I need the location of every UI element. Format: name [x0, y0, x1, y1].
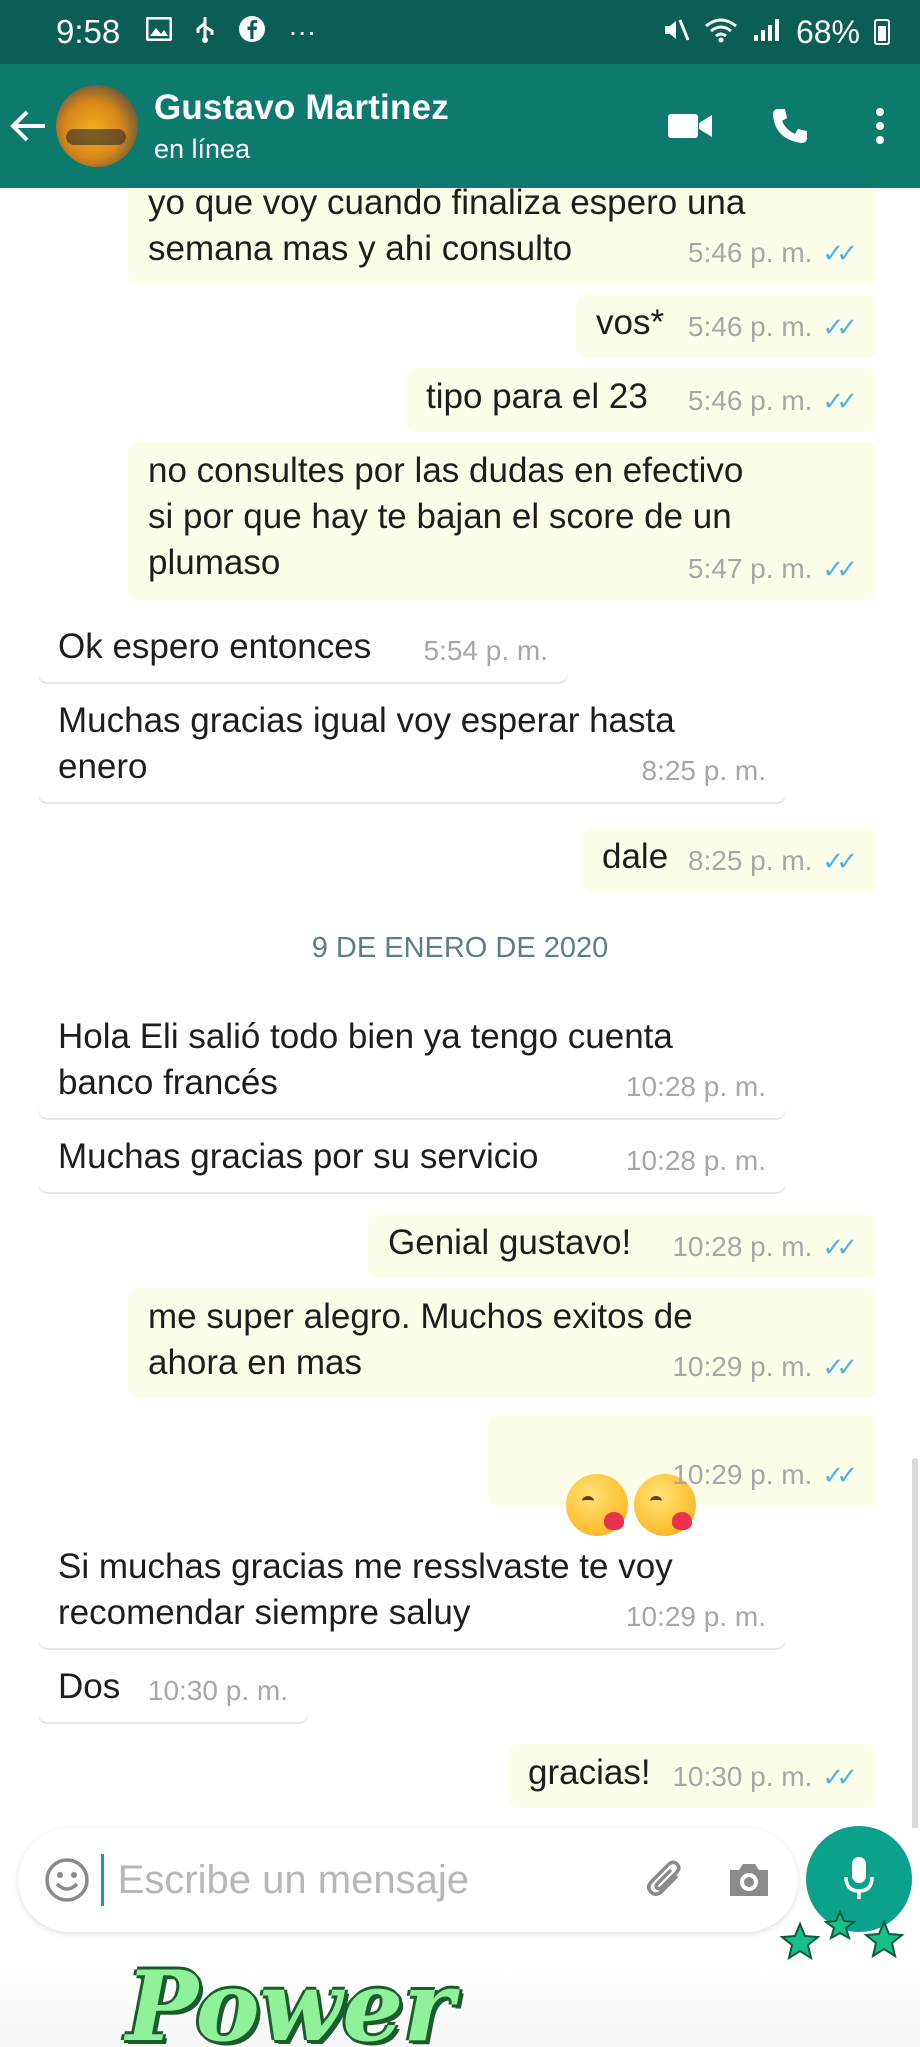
message-time: 10:29 p. m.	[672, 1459, 813, 1490]
mute-icon	[662, 14, 690, 51]
facebook-icon	[238, 15, 266, 50]
emoji-button[interactable]	[34, 1845, 101, 1915]
contact-status: en línea	[154, 133, 251, 164]
read-ticks-icon: ✓✓	[822, 238, 857, 268]
read-ticks-icon: ✓✓	[822, 1762, 857, 1792]
camera-icon	[729, 1864, 768, 1896]
message-bubble[interactable]: Si muchas gracias me resslvaste te voy r…	[38, 1538, 786, 1648]
message-time: 5:46 p. m.	[687, 237, 813, 268]
read-ticks-icon: ✓✓	[822, 1352, 857, 1382]
signal-icon	[752, 14, 782, 51]
power-watermark: Power	[126, 1950, 454, 2047]
message-meta: 10:28 p. m. ✓✓	[672, 1224, 858, 1270]
message-meta: 5:46 p. m. ✓✓	[687, 304, 858, 350]
message-bubble[interactable]: 10:29 p. m. ✓✓	[488, 1414, 876, 1536]
menu-button[interactable]	[840, 64, 920, 188]
wifi-icon	[704, 14, 738, 51]
read-ticks-icon: ✓✓	[822, 312, 857, 342]
message-meta: 10:28 p. m.	[626, 1064, 766, 1110]
read-ticks-icon: ✓✓	[822, 386, 857, 416]
message-bubble[interactable]: tipo para el 23 5:46 p. m. ✓✓	[406, 368, 876, 432]
message-time: 10:29 p. m.	[672, 1351, 813, 1382]
paperclip-icon	[647, 1860, 681, 1896]
contact-name: Gustavo Martinez	[154, 87, 449, 127]
read-ticks-icon: ✓✓	[822, 1232, 857, 1262]
message-time: 5:47 p. m.	[687, 553, 813, 584]
status-right: 68%	[662, 14, 890, 51]
message-time: 8:25 p. m.	[687, 845, 813, 876]
message-time: 10:28 p. m.	[672, 1231, 813, 1262]
message-bubble[interactable]: gracias! 10:30 p. m. ✓✓	[508, 1744, 876, 1808]
status-time: 9:58	[56, 13, 121, 50]
microphone-icon	[844, 1857, 874, 1899]
message-meta: 10:29 p. m. ✓✓	[672, 1344, 858, 1390]
back-button[interactable]	[0, 64, 56, 188]
message-time: 10:28 p. m.	[625, 1145, 766, 1176]
message-meta: 10:30 p. m. ✓✓	[672, 1754, 858, 1800]
message-meta: 10:29 p. m.	[626, 1594, 766, 1640]
kissing-face-with-heart-icon	[566, 1474, 629, 1536]
message-time: 10:30 p. m.	[672, 1761, 813, 1792]
message-time: 10:28 p. m.	[625, 1071, 766, 1102]
battery-percent: 68%	[795, 13, 860, 50]
usb-icon	[194, 15, 216, 50]
arrow-left-icon	[10, 110, 45, 142]
message-meta: 10:30 p. m.	[148, 1668, 288, 1714]
message-bubble[interactable]: Hola Eli salió todo bien ya tengo cuenta…	[38, 1008, 786, 1118]
message-bubble[interactable]: Genial gustavo! 10:28 p. m. ✓✓	[368, 1214, 876, 1278]
message-meta: 10:29 p. m. ✓✓	[672, 1452, 858, 1498]
message-meta: 5:46 p. m. ✓✓	[687, 230, 858, 276]
read-ticks-icon: ✓✓	[822, 554, 857, 584]
message-bubble[interactable]: Muchas gracias por su servicio 10:28 p. …	[38, 1128, 786, 1192]
message-meta: 5:47 p. m. ✓✓	[687, 546, 858, 592]
battery-icon	[874, 19, 890, 45]
avatar[interactable]	[56, 85, 138, 167]
message-meta: 10:28 p. m.	[626, 1138, 766, 1184]
status-bar: 9:58 ··· 68%	[0, 0, 920, 64]
message-time: 5:54 p. m.	[423, 635, 548, 666]
message-meta: 5:54 p. m.	[423, 628, 548, 674]
message-meta: 8:25 p. m. ✓✓	[687, 838, 858, 884]
message-bubble[interactable]: Dos 10:30 p. m.	[38, 1658, 308, 1722]
message-meta: 5:46 p. m. ✓✓	[687, 378, 858, 424]
message-meta: 8:25 p. m.	[641, 748, 766, 794]
message-bubble[interactable]: Ok espero entonces 5:54 p. m.	[38, 618, 568, 682]
video-camera-icon	[668, 114, 712, 138]
camera-button[interactable]	[715, 1845, 782, 1915]
message-time: 5:46 p. m.	[687, 385, 813, 416]
voice-call-button[interactable]	[740, 64, 840, 188]
message-time: 10:30 p. m.	[147, 1675, 288, 1706]
message-input[interactable]	[100, 1854, 633, 1906]
chat-area[interactable]: yo que voy cuando finaliza espero una se…	[0, 188, 920, 1828]
scrollbar[interactable]	[912, 1458, 918, 1828]
message-time: 10:29 p. m.	[625, 1601, 766, 1632]
message-time: 5:46 p. m.	[687, 311, 813, 342]
message-bubble[interactable]: dale 8:25 p. m. ✓✓	[582, 828, 876, 892]
chat-header: Gustavo Martinez en línea	[0, 64, 920, 188]
more-vertical-icon	[876, 108, 884, 144]
read-ticks-icon: ✓✓	[822, 1460, 857, 1490]
read-ticks-icon: ✓✓	[822, 846, 857, 876]
message-composer	[18, 1828, 798, 1932]
message-bubble[interactable]: vos* 5:46 p. m. ✓✓	[576, 294, 876, 358]
more-icon: ···	[288, 16, 317, 47]
message-bubble[interactable]: me super alegro. Muchos exitos de ahora …	[128, 1288, 876, 1398]
smiley-icon	[45, 1858, 90, 1902]
message-bubble[interactable]: no consultes por las dudas en efectivo s…	[128, 442, 876, 600]
contact-info[interactable]: Gustavo Martinez en línea	[154, 88, 449, 165]
stars-decoration-icon	[779, 1909, 905, 1961]
image-icon	[145, 16, 173, 48]
attach-button[interactable]	[633, 1845, 700, 1915]
message-time: 8:25 p. m.	[641, 755, 766, 786]
header-actions	[640, 64, 920, 188]
video-call-button[interactable]	[640, 64, 740, 188]
phone-icon	[773, 109, 807, 143]
message-bubble[interactable]: yo que voy cuando finaliza espero una se…	[128, 188, 876, 284]
message-bubble[interactable]: Muchas gracias igual voy esperar hasta e…	[38, 692, 786, 802]
date-separator: 9 DE ENERO DE 2020	[311, 932, 609, 964]
